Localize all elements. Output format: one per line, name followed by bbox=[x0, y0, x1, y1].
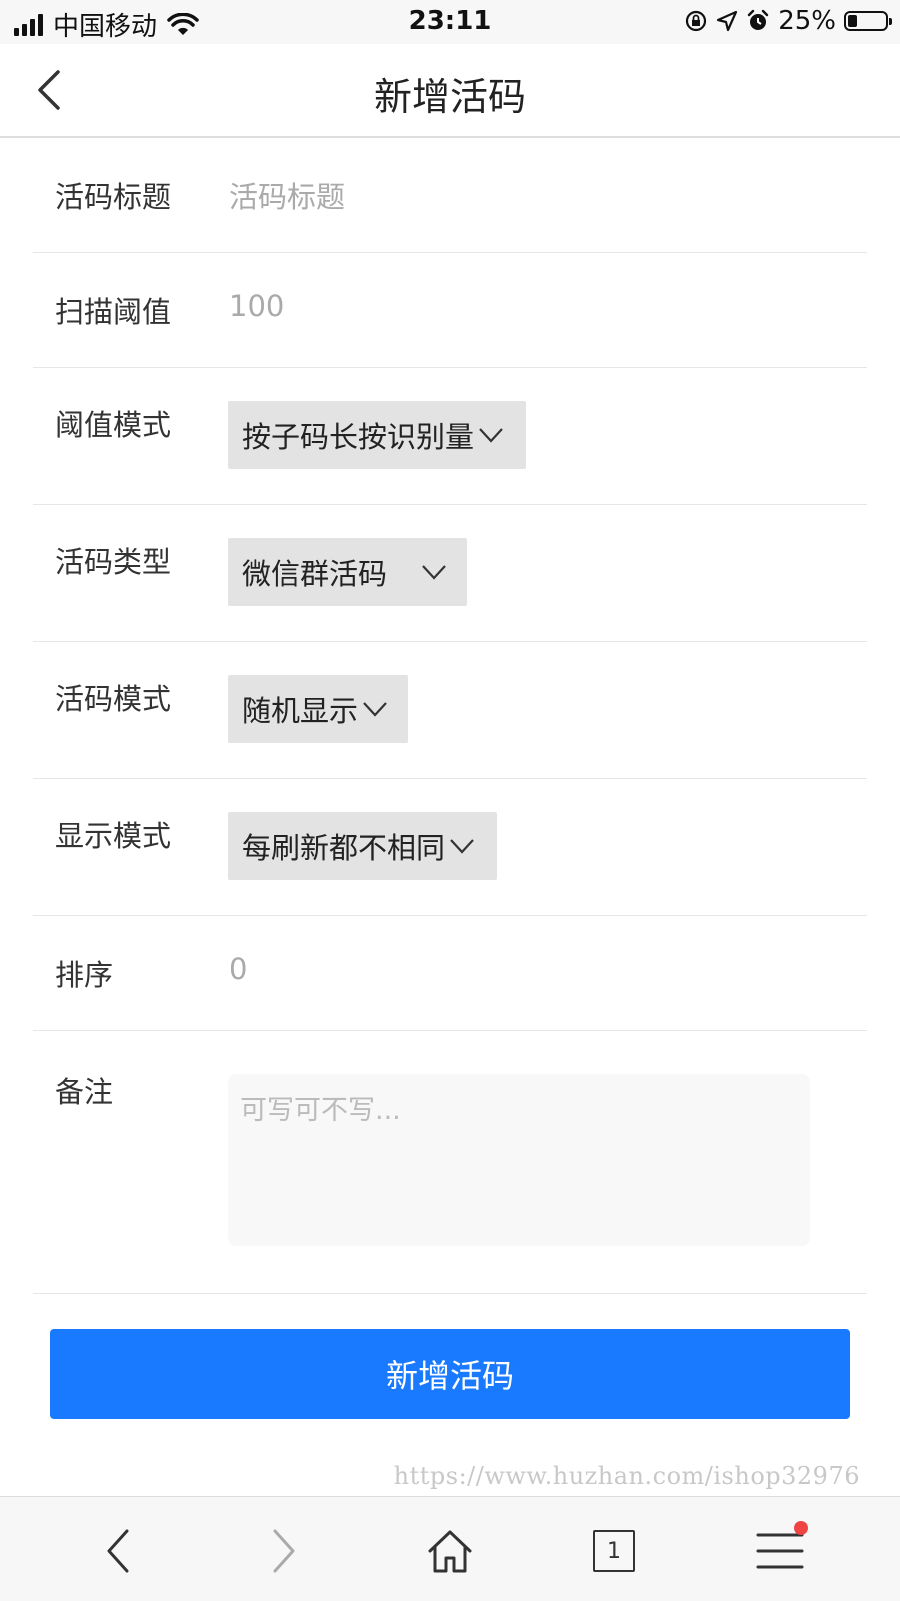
chevron-down-icon bbox=[422, 565, 446, 580]
status-bar: 中国移动 23:11 25% bbox=[0, 0, 900, 44]
display-mode-value: 每刷新都不相同 bbox=[242, 831, 446, 865]
threshold-mode-value: 按子码长按识别量 bbox=[242, 420, 475, 454]
code-mode-value: 随机显示 bbox=[242, 694, 359, 728]
home-icon bbox=[428, 1530, 472, 1573]
tabs-icon: 1 bbox=[593, 1530, 635, 1572]
note-textarea[interactable]: 可写可不写... bbox=[228, 1074, 810, 1246]
form-row-note: 备注 可写可不写... bbox=[33, 1031, 867, 1294]
rotation-lock-icon bbox=[686, 10, 707, 32]
battery-icon bbox=[844, 11, 892, 31]
title-input[interactable]: 活码标题 bbox=[229, 174, 345, 216]
battery-percent: 25% bbox=[778, 6, 836, 36]
form-row-title: 活码标题 活码标题 bbox=[33, 138, 867, 253]
chevron-down-icon bbox=[363, 702, 387, 717]
threshold-mode-select[interactable]: 按子码长按识别量 bbox=[228, 401, 526, 469]
code-type-value: 微信群活码 bbox=[242, 557, 388, 591]
alarm-icon bbox=[748, 9, 769, 30]
browser-forward-button[interactable] bbox=[254, 1521, 314, 1581]
form-row-threshold: 扫描阈值 100 bbox=[33, 253, 867, 368]
status-right: 25% bbox=[684, 6, 892, 36]
code-mode-select[interactable]: 随机显示 bbox=[228, 675, 408, 743]
threshold-label: 扫描阈值 bbox=[55, 295, 172, 329]
display-mode-select[interactable]: 每刷新都不相同 bbox=[228, 812, 497, 880]
page-title: 新增活码 bbox=[373, 75, 526, 119]
back-chevron-icon bbox=[107, 1529, 129, 1573]
form: 活码标题 活码标题 扫描阈值 100 阈值模式 按子码长按识别量 活码类型 微信… bbox=[33, 138, 867, 1294]
code-type-label: 活码类型 bbox=[55, 545, 172, 579]
form-row-code-type: 活码类型 微信群活码 bbox=[33, 505, 867, 642]
menu-icon bbox=[756, 1533, 804, 1569]
tab-count: 1 bbox=[607, 1538, 621, 1564]
display-mode-label: 显示模式 bbox=[55, 819, 172, 853]
browser-home-button[interactable] bbox=[420, 1521, 480, 1581]
browser-menu-button[interactable] bbox=[750, 1521, 810, 1581]
form-row-display-mode: 显示模式 每刷新都不相同 bbox=[33, 779, 867, 916]
nav-bar: 新增活码 bbox=[0, 44, 900, 138]
note-label: 备注 bbox=[55, 1075, 114, 1109]
sort-label: 排序 bbox=[55, 958, 114, 992]
browser-back-button[interactable] bbox=[88, 1521, 148, 1581]
code-type-select[interactable]: 微信群活码 bbox=[228, 538, 467, 606]
browser-tabs-button[interactable]: 1 bbox=[584, 1521, 644, 1581]
threshold-mode-label: 阈值模式 bbox=[55, 408, 172, 442]
watermark: https://www.huzhan.com/ishop32976 bbox=[393, 1462, 860, 1490]
threshold-input[interactable]: 100 bbox=[229, 289, 284, 323]
form-row-code-mode: 活码模式 随机显示 bbox=[33, 642, 867, 779]
forward-chevron-icon bbox=[273, 1529, 295, 1573]
location-icon bbox=[717, 10, 738, 32]
chevron-down-icon bbox=[450, 839, 474, 854]
browser-bottom-bar: 1 bbox=[0, 1496, 900, 1601]
chevron-down-icon bbox=[479, 428, 503, 443]
form-row-sort: 排序 0 bbox=[33, 916, 867, 1031]
title-label: 活码标题 bbox=[55, 180, 172, 214]
form-row-threshold-mode: 阈值模式 按子码长按识别量 bbox=[33, 368, 867, 505]
submit-button[interactable]: 新增活码 bbox=[50, 1329, 850, 1419]
battery-fill bbox=[848, 15, 857, 27]
sort-input[interactable]: 0 bbox=[229, 952, 247, 986]
notification-dot bbox=[794, 1521, 808, 1535]
code-mode-label: 活码模式 bbox=[55, 682, 172, 716]
